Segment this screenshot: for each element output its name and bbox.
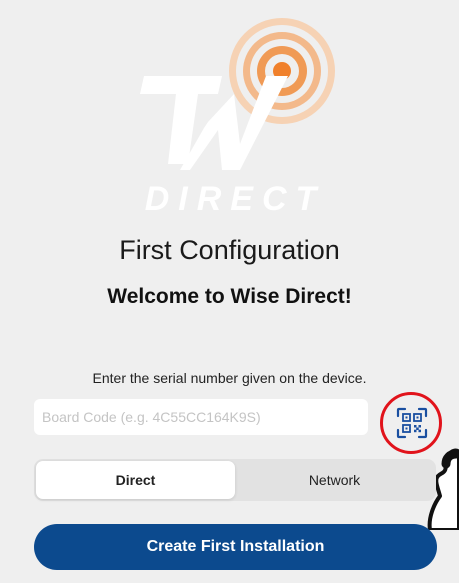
welcome-subtitle: Welcome to Wise Direct!	[107, 285, 352, 308]
segment-direct[interactable]: Direct	[36, 461, 235, 499]
serial-instruction: Enter the serial number given on the dev…	[92, 370, 367, 386]
segment-network[interactable]: Network	[235, 461, 434, 499]
page-title: First Configuration	[119, 235, 340, 265]
wise-direct-logo: DIRECT	[130, 10, 340, 225]
create-first-installation-button[interactable]: Create First Installation	[34, 524, 437, 570]
connection-mode-selector: Direct Network	[34, 459, 436, 501]
logo-wordmark: DIRECT	[145, 180, 326, 218]
qr-code-scan-icon	[396, 407, 428, 439]
wise-direct-logo-graphic: DIRECT	[140, 18, 335, 218]
board-code-input[interactable]	[34, 399, 368, 435]
